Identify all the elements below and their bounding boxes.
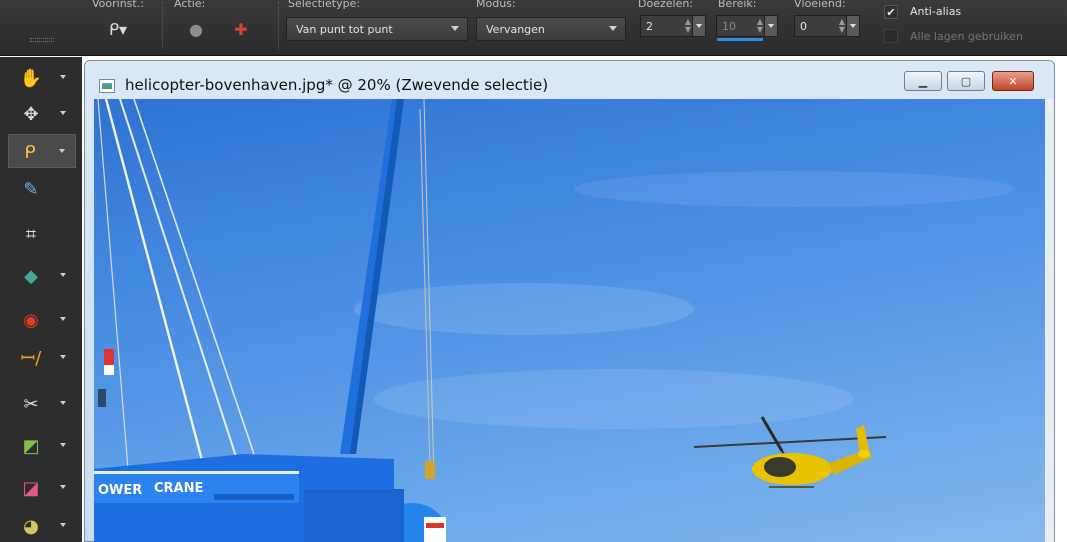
- spin-dropdown-button[interactable]: [846, 16, 859, 36]
- pan-tool[interactable]: ✋: [10, 61, 76, 95]
- range-spinbox[interactable]: 10 ▲ ▼: [716, 15, 778, 37]
- fill-tool[interactable]: ◕: [10, 509, 76, 542]
- range-value: 10: [722, 19, 736, 33]
- spin-arrows-icon[interactable]: ▲ ▼: [757, 18, 763, 34]
- cancel-selection-icon[interactable]: ✚: [232, 20, 250, 39]
- red-eye-tool[interactable]: ◉: [10, 303, 76, 337]
- spin-dropdown-button[interactable]: [764, 16, 777, 36]
- anti-alias-label: Anti-alias: [910, 5, 962, 18]
- range-label: Bereik:: [718, 0, 757, 10]
- spin-dropdown-button[interactable]: [692, 16, 705, 36]
- presets-label: Voorinst.:: [92, 0, 144, 10]
- vertical-scrollbar[interactable]: [1045, 99, 1054, 542]
- feather-value: 0: [800, 19, 807, 33]
- document-title: helicopter-bovenhaven.jpg* @ 20% (Zweven…: [125, 76, 549, 94]
- maximize-icon: ▢: [960, 74, 972, 88]
- chevron-down-icon[interactable]: [60, 401, 66, 405]
- retouch-icon: ◩: [22, 435, 40, 457]
- move-arrows-icon: ✥: [23, 103, 39, 125]
- image-file-icon: [99, 79, 115, 93]
- chevron-down-icon[interactable]: [60, 317, 66, 321]
- feather-label: Vloeiend:: [794, 0, 846, 10]
- crane-text-left: OWER: [98, 483, 142, 498]
- smoothing-label: Doezelen:: [638, 0, 694, 10]
- brush-tool[interactable]: ✂: [10, 387, 76, 421]
- dropper-icon: ✎: [23, 178, 39, 200]
- smoothing-spinbox[interactable]: 2 ▲ ▼: [640, 15, 706, 37]
- eraser-icon: ◪: [22, 477, 40, 499]
- crop-tool[interactable]: ⌗: [10, 217, 76, 251]
- lasso-tool[interactable]: ᑭ: [8, 134, 76, 168]
- crop-icon: ⌗: [25, 223, 37, 245]
- chevron-down-icon[interactable]: [60, 355, 66, 359]
- minimize-icon: ▁: [918, 74, 928, 88]
- text-tool[interactable]: ꟷ/: [10, 341, 76, 375]
- selection-type-label: Selectietype:: [288, 0, 361, 10]
- presets-button[interactable]: ᑭ▾: [98, 18, 138, 40]
- mode-value: Vervangen: [486, 22, 545, 36]
- lasso-icon: ᑭ: [24, 141, 36, 163]
- fill-icon: ◕: [23, 515, 39, 537]
- checkmark-icon: ✔: [886, 5, 896, 19]
- maximize-button[interactable]: ▢: [947, 71, 985, 91]
- close-button[interactable]: ✕: [992, 71, 1034, 91]
- straighten-tool[interactable]: ◆: [10, 259, 76, 293]
- image-canvas[interactable]: OWER CRANE: [94, 99, 1046, 542]
- spin-arrows-icon[interactable]: ▲ ▼: [839, 18, 845, 34]
- helicopter: [693, 416, 887, 488]
- range-slider[interactable]: [717, 38, 763, 41]
- spin-arrows-icon[interactable]: ▲ ▼: [685, 18, 691, 34]
- anti-alias-checkbox[interactable]: ✔: [884, 5, 898, 19]
- chevron-down-icon: [609, 26, 617, 31]
- chevron-down-icon[interactable]: [60, 111, 66, 115]
- hand-icon: ✋: [19, 67, 43, 89]
- chevron-down-icon: [451, 26, 459, 31]
- close-icon: ✕: [1008, 74, 1018, 88]
- mode-dropdown[interactable]: Vervangen: [476, 17, 626, 41]
- chevron-down-icon[interactable]: [60, 443, 66, 447]
- convert-icon[interactable]: ●: [187, 20, 205, 39]
- eraser-tool[interactable]: ◪: [10, 471, 76, 505]
- chevron-down-icon[interactable]: [60, 75, 66, 79]
- selection-type-dropdown[interactable]: Van punt tot punt: [286, 17, 468, 41]
- toolbar-separator: [278, 2, 279, 50]
- action-label: Actie:: [174, 0, 206, 10]
- options-toolbar: Voorinst.: ᑭ▾ Actie: ● ✚ Selectietype: V…: [0, 0, 1067, 56]
- move-tool[interactable]: ✥: [10, 97, 76, 131]
- retouch-tool[interactable]: ◩: [10, 429, 76, 463]
- photo-helicopter-harbour: OWER CRANE: [94, 99, 1014, 542]
- use-all-layers-label: Alle lagen gebruiken: [910, 30, 1023, 43]
- toolbar-separator: [162, 2, 163, 50]
- toolbar-grip[interactable]: [30, 38, 54, 42]
- smoothing-value: 2: [646, 19, 653, 33]
- chevron-down-icon[interactable]: [60, 485, 66, 489]
- selection-type-value: Van punt tot punt: [296, 22, 393, 36]
- chevron-down-icon[interactable]: [60, 273, 66, 277]
- use-all-layers-checkbox[interactable]: [884, 29, 898, 43]
- crane-text-right: CRANE: [154, 481, 203, 496]
- lasso-preset-icon: ᑭ▾: [108, 19, 128, 39]
- brush-icon: ✂: [23, 393, 39, 415]
- feather-spinbox[interactable]: 0 ▲ ▼: [794, 15, 860, 37]
- tools-panel: ✋ ✥ ᑭ ✎ ⌗ ◆ ◉ ꟷ/ ✂ ◩ ◪ ◕: [0, 57, 82, 542]
- text-icon: ꟷ/: [20, 348, 42, 369]
- straighten-icon: ◆: [24, 265, 38, 287]
- dropper-tool[interactable]: ✎: [10, 172, 76, 206]
- document-window: helicopter-bovenhaven.jpg* @ 20% (Zweven…: [84, 60, 1055, 542]
- chevron-down-icon[interactable]: [60, 523, 66, 527]
- chevron-down-icon[interactable]: [59, 149, 65, 153]
- mode-label: Modus:: [476, 0, 516, 10]
- eye-icon: ◉: [23, 309, 39, 331]
- minimize-button[interactable]: ▁: [904, 71, 942, 91]
